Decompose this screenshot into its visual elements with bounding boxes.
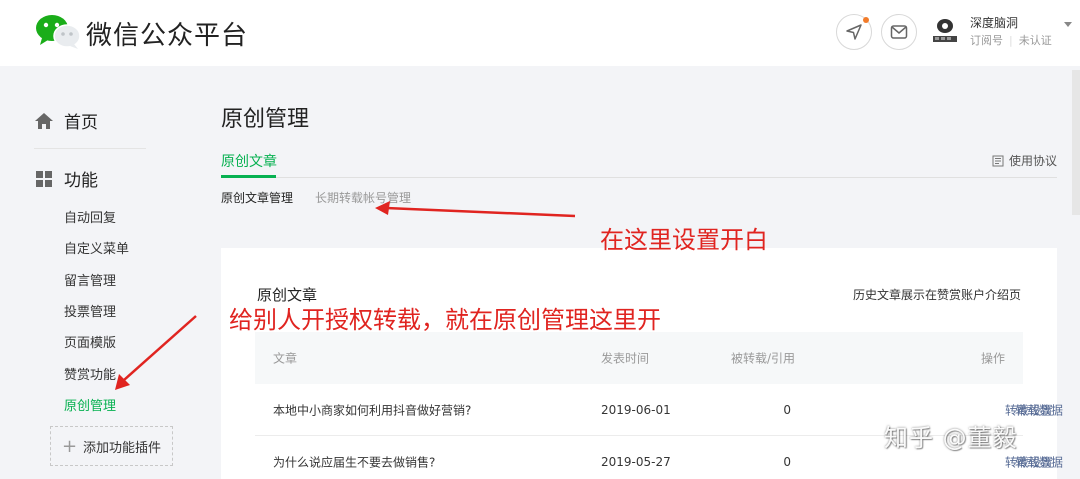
sidebar: 首页 功能 自动回复 自定义菜单 留言管理 投票管理 页面模版 赞赏功能 原创管…: [0, 66, 190, 479]
subtab-original-management[interactable]: 原创文章管理: [221, 189, 293, 206]
send-arrow-icon: [846, 24, 862, 40]
account-avatar[interactable]: [930, 16, 960, 46]
usage-agreement-link[interactable]: 使用协议: [992, 152, 1057, 169]
sidebar-item-comments[interactable]: 留言管理: [64, 270, 116, 289]
article-title[interactable]: 本地中小商家如何利用抖音做好营销?: [273, 401, 471, 418]
article-date: 2019-06-01: [601, 402, 671, 417]
account-meta: 订阅号 | 未认证: [970, 34, 1052, 47]
watermark: 知乎 @董毅: [884, 424, 1018, 452]
home-icon: [35, 112, 53, 129]
subtab-long-term-accounts[interactable]: 长期转载帐号管理: [315, 189, 411, 206]
column-header-reposts: 被转载/引用: [730, 351, 795, 366]
chevron-down-icon[interactable]: [1064, 22, 1072, 27]
sidebar-item-function[interactable]: 功能: [34, 166, 98, 191]
notification-dot: [863, 17, 869, 23]
grid-icon: [36, 170, 52, 187]
tabs-divider: [221, 177, 1057, 178]
sidebar-home-label: 首页: [64, 113, 98, 133]
page-title: 原创管理: [221, 107, 310, 132]
sidebar-item-templates[interactable]: 页面模版: [64, 332, 116, 351]
repost-count: 0: [783, 454, 791, 469]
column-header-article: 文章: [273, 351, 298, 366]
top-bar: 微信公众平台 深度脑洞 订阅号 | 未认证: [0, 0, 1080, 66]
repost-data-link[interactable]: 转载数据: [1015, 401, 1063, 418]
scrollbar[interactable]: [1072, 70, 1080, 215]
article-date: 2019-05-27: [601, 454, 671, 469]
repost-count: 0: [783, 402, 791, 417]
sidebar-item-custom-menu[interactable]: 自定义菜单: [64, 238, 129, 257]
wechat-logo-icon[interactable]: [34, 13, 82, 51]
annotation-authorize-repost: 给别人开授权转载，就在原创管理这里开: [229, 306, 661, 334]
column-header-actions: 操作: [980, 351, 1005, 366]
sidebar-function-label: 功能: [64, 171, 98, 191]
account-type: 订阅号: [970, 34, 1003, 47]
repost-data-link[interactable]: 转载数据: [1015, 453, 1063, 470]
account-status: 未认证: [1018, 34, 1052, 47]
notification-button[interactable]: [836, 14, 872, 50]
sidebar-divider: [34, 148, 146, 149]
mail-icon: [890, 25, 908, 39]
tab-active-indicator: [221, 175, 276, 178]
usage-agreement-label: 使用协议: [1009, 154, 1058, 168]
tab-original-articles[interactable]: 原创文章: [221, 151, 277, 171]
add-plugin-label: 添加功能插件: [83, 440, 162, 456]
sidebar-item-votes[interactable]: 投票管理: [64, 301, 116, 320]
annotation-set-whitelist: 在这里设置开白: [600, 226, 768, 254]
sidebar-item-reward[interactable]: 赞赏功能: [64, 364, 116, 383]
platform-title: 微信公众平台: [86, 21, 249, 51]
column-header-date: 发表时间: [601, 351, 650, 366]
article-title[interactable]: 为什么说应届生不要去做销售?: [273, 453, 435, 470]
document-icon: [992, 155, 1004, 166]
sidebar-item-auto-reply[interactable]: 自动回复: [64, 207, 116, 226]
sidebar-item-home[interactable]: 首页: [34, 108, 98, 133]
message-button[interactable]: [881, 14, 917, 50]
account-name[interactable]: 深度脑洞: [970, 14, 1018, 31]
plus-icon: +: [61, 435, 78, 457]
sidebar-item-original[interactable]: 原创管理: [64, 395, 116, 414]
table-header: 文章 发表时间 被转载/引用 操作: [255, 332, 1023, 384]
history-display-link[interactable]: 历史文章展示在赞赏账户介绍页: [853, 286, 1021, 303]
add-plugin-button[interactable]: + 添加功能插件: [50, 426, 173, 466]
